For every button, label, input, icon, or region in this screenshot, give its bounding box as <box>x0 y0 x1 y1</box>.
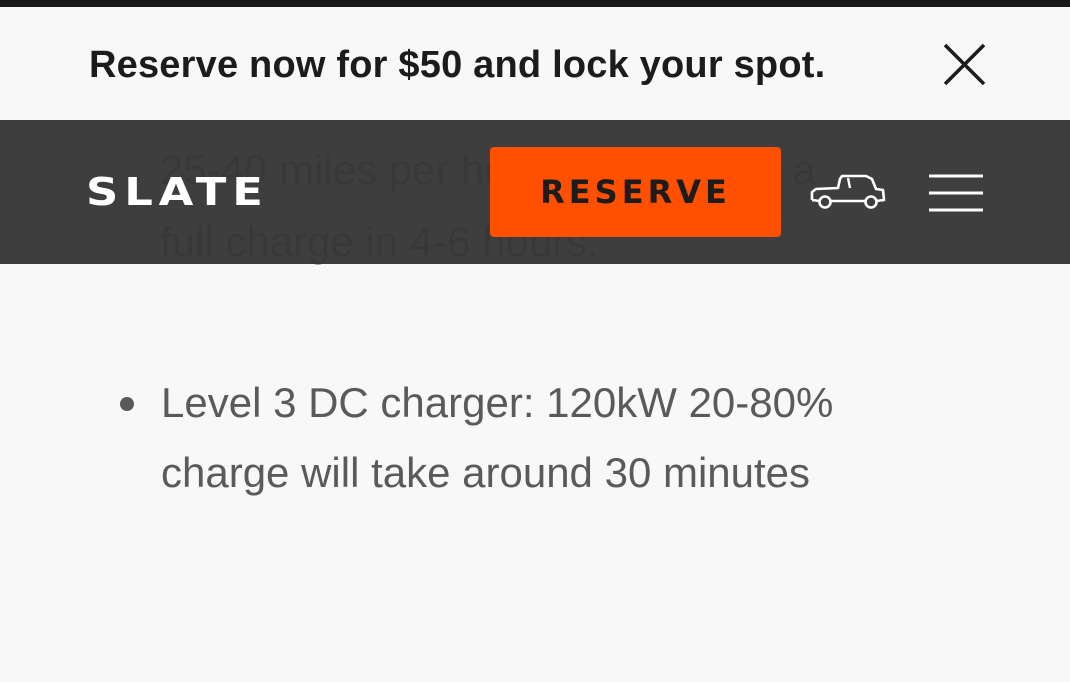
truck-icon <box>810 174 886 209</box>
bullet-dot-icon <box>120 397 134 411</box>
list-item: Level 3 DC charger: 120kW 20-80% charge … <box>120 368 941 508</box>
reserve-button[interactable]: RESERVE <box>490 147 781 237</box>
promo-text: Reserve now for $50 and lock your spot. <box>89 44 826 86</box>
bullet-text: Level 3 DC charger: 120kW 20-80% charge … <box>161 379 834 496</box>
site-navbar: SLATE RESERVE <box>0 120 1070 264</box>
close-banner-button[interactable] <box>940 42 988 90</box>
top-edge-strip <box>0 0 1070 7</box>
truck-button[interactable] <box>808 170 888 216</box>
promo-banner: Reserve now for $50 and lock your spot. <box>0 7 1070 120</box>
slate-logo[interactable]: SLATE <box>86 172 269 212</box>
menu-button[interactable] <box>927 170 985 216</box>
close-icon <box>943 43 986 86</box>
charging-bullet-list: Level 3 DC charger: 120kW 20-80% charge … <box>120 368 941 508</box>
hamburger-menu-icon <box>929 174 983 212</box>
